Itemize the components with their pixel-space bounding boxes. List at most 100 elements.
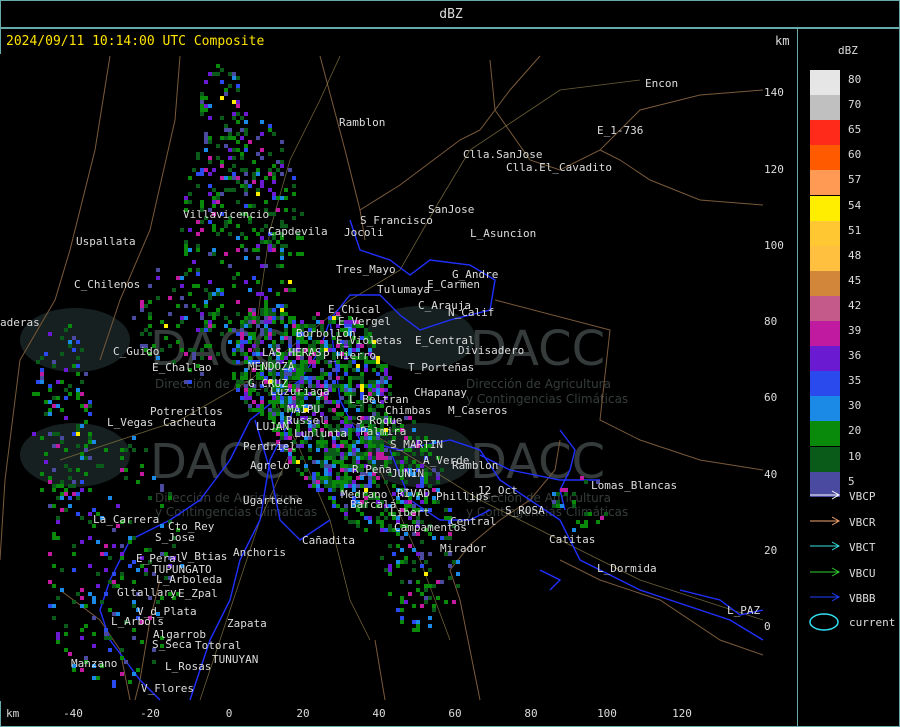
y-tick-100: 100 [764, 239, 784, 252]
echo-pixel [76, 512, 80, 516]
echo-pixel [96, 464, 100, 468]
echo-pixel [160, 348, 164, 352]
legend-value-35: 35 [848, 374, 862, 388]
echo-pixel [244, 392, 248, 396]
echo-pixel [208, 356, 212, 360]
echo-pixel [252, 180, 256, 184]
echo-pixel [252, 332, 256, 336]
radar-map[interactable]: DACC DACC Dirección de Agricultura Direc… [0, 54, 763, 701]
echo-pixel [60, 484, 64, 488]
echo-pixel [156, 268, 160, 272]
echo-pixel [344, 440, 348, 444]
echo-pixel [424, 560, 428, 564]
echo-pixel [336, 368, 340, 372]
echo-pixel [76, 424, 80, 428]
echo-pixel [236, 120, 240, 124]
echo-pixel [404, 460, 408, 464]
echo-pixel [400, 600, 404, 604]
echo-pixel [60, 480, 64, 484]
echo-pixel [336, 444, 340, 448]
place-label: Libert [390, 506, 430, 519]
echo-pixel [168, 344, 172, 348]
echo-pixel [68, 384, 72, 388]
echo-pixel [576, 520, 580, 524]
echo-pixel [200, 92, 204, 96]
legend-title: dBZ [838, 44, 858, 57]
echo-pixel [248, 340, 252, 344]
echo-pixel [132, 580, 136, 584]
echo-pixel [448, 508, 452, 512]
echo-pixel [300, 440, 304, 444]
echo-pixel [280, 304, 284, 308]
echo-pixel [304, 360, 308, 364]
echo-pixel [380, 388, 384, 392]
echo-pixel [56, 380, 60, 384]
echo-pixel [84, 420, 88, 424]
echo-pixel [380, 368, 384, 372]
echo-pixel [164, 324, 168, 328]
echo-pixel [140, 332, 144, 336]
timestamp-label: 2024/09/11 10:14:00 UTC Composite [6, 34, 265, 49]
echo-pixel [420, 540, 424, 544]
echo-pixel [324, 464, 328, 468]
place-label: JUNIN [391, 467, 424, 480]
echo-pixel [52, 616, 56, 620]
echo-pixel [384, 568, 388, 572]
echo-pixel [436, 476, 440, 480]
legend-swatch-57 [810, 170, 840, 196]
echo-pixel [56, 516, 60, 520]
echo-pixel [376, 452, 380, 456]
echo-pixel [316, 320, 320, 324]
echo-pixel [300, 376, 304, 380]
echo-pixel [284, 336, 288, 340]
echo-pixel [252, 176, 256, 180]
echo-pixel [348, 424, 352, 428]
echo-pixel [408, 500, 412, 504]
echo-pixel [200, 172, 204, 176]
echo-pixel [400, 620, 404, 624]
echo-pixel [260, 332, 264, 336]
echo-pixel [108, 580, 112, 584]
echo-pixel [212, 252, 216, 256]
echo-pixel [172, 288, 176, 292]
echo-pixel [352, 368, 356, 372]
echo-pixel [356, 364, 360, 368]
echo-pixel [232, 164, 236, 168]
echo-pixel [556, 500, 560, 504]
echo-pixel [228, 320, 232, 324]
echo-pixel [124, 660, 128, 664]
echo-pixel [232, 76, 236, 80]
echo-pixel [356, 456, 360, 460]
echo-pixel [316, 480, 320, 484]
echo-pixel [104, 568, 108, 572]
echo-pixel [228, 136, 232, 140]
echo-pixel [204, 304, 208, 308]
echo-pixel [348, 364, 352, 368]
echo-pixel [216, 192, 220, 196]
echo-pixel [236, 148, 240, 152]
echo-pixel [264, 328, 268, 332]
echo-pixel [380, 440, 384, 444]
echo-pixel [360, 452, 364, 456]
echo-pixel [308, 444, 312, 448]
echo-pixel [64, 388, 68, 392]
echo-pixel [200, 312, 204, 316]
echo-pixel [552, 500, 556, 504]
echo-pixel [240, 344, 244, 348]
echo-pixel [340, 452, 344, 456]
echo-pixel [268, 168, 272, 172]
echo-pixel [160, 524, 164, 528]
echo-pixel [212, 248, 216, 252]
echo-pixel [96, 584, 100, 588]
echo-pixel [240, 328, 244, 332]
echo-pixel [208, 136, 212, 140]
echo-pixel [196, 268, 200, 272]
echo-pixel [128, 680, 132, 684]
echo-pixel [352, 480, 356, 484]
echo-pixel [284, 208, 288, 212]
echo-pixel [260, 184, 264, 188]
echo-pixel [316, 340, 320, 344]
legend-value-48: 48 [848, 248, 862, 262]
echo-pixel [340, 396, 344, 400]
echo-pixel [412, 604, 416, 608]
